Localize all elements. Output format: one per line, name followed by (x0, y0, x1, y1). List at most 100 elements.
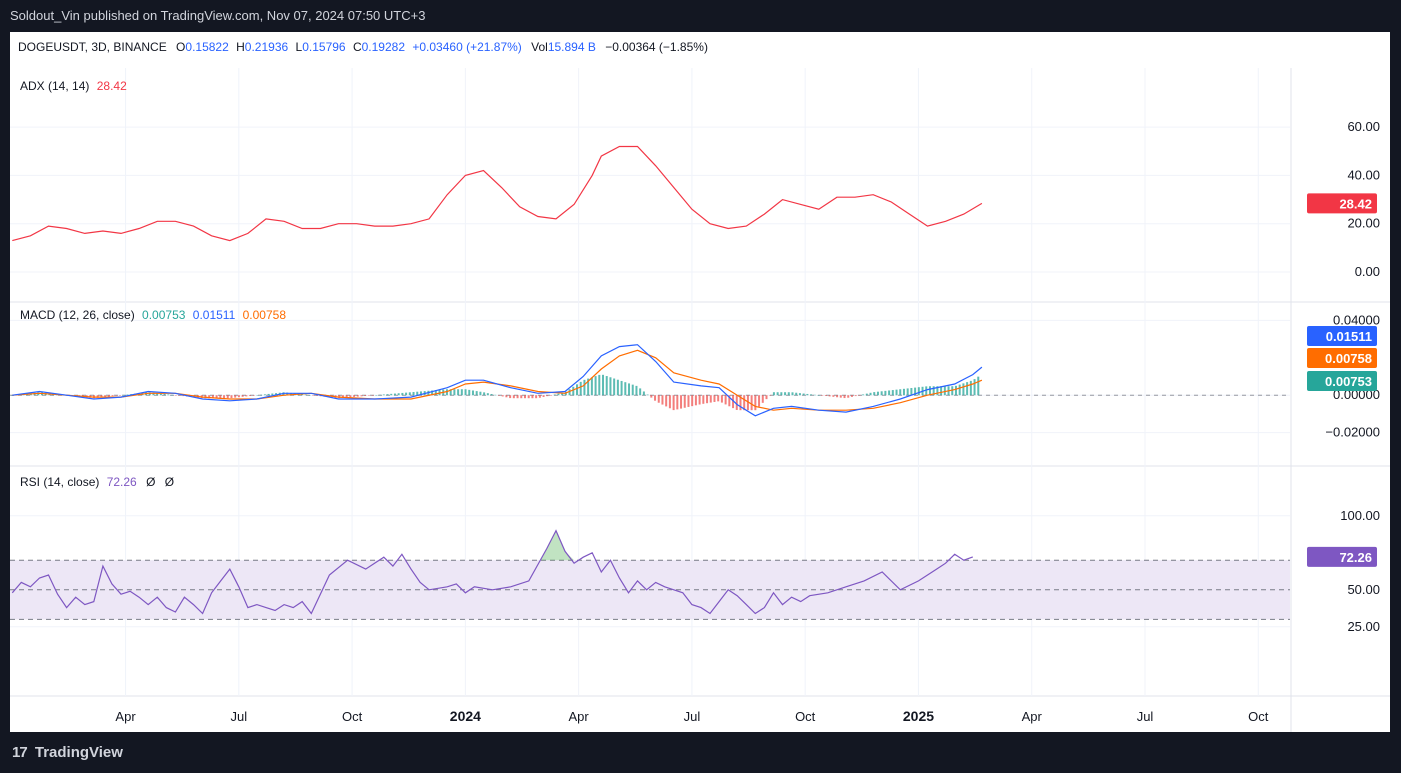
macd-histogram-bar (668, 395, 671, 409)
open-label: O (176, 40, 186, 54)
adx-y-tick: 60.00 (1347, 119, 1380, 134)
macd-histogram-bar (899, 389, 902, 396)
macd-histogram-bar (698, 395, 701, 405)
macd-histogram-bar (702, 395, 705, 404)
macd-histogram-bar (654, 395, 657, 401)
macd-histogram-bar (256, 395, 259, 396)
macd-histogram-bar (966, 382, 969, 396)
macd-histogram-bar (917, 387, 920, 396)
macd-histogram-bar (735, 395, 738, 410)
macd-histogram-bar (483, 392, 486, 396)
symbol-legend: DOGEUSDT, 3D, BINANCE O0.15822 H0.21936 … (18, 40, 708, 54)
publisher-header: Soldout_Vin published on TradingView.com… (10, 8, 426, 23)
rsi-legend[interactable]: RSI (14, close) 72.26 Ø Ø (20, 475, 174, 489)
rsi-last-value-tag-text: 72.26 (1339, 550, 1372, 565)
x-axis-tick-label: Jul (684, 709, 701, 724)
macd-histogram-bar (520, 395, 523, 399)
macd-histogram-bar (312, 395, 315, 396)
macd-histogram-bar (531, 395, 534, 399)
symbol-name[interactable]: DOGEUSDT, 3D, BINANCE (18, 40, 167, 54)
chart-panel[interactable]: DOGEUSDT, 3D, BINANCE O0.15822 H0.21936 … (10, 32, 1390, 732)
macd-histogram-bar (694, 395, 697, 406)
macd-histogram-bar (119, 395, 122, 396)
macd-histogram-bar (958, 384, 961, 396)
x-axis-tick-label: Apr (569, 709, 590, 724)
macd-histogram-bar (772, 392, 775, 396)
x-axis-tick-label: Apr (1022, 709, 1043, 724)
macd-histogram-bar (824, 395, 827, 397)
tradingview-brand[interactable]: TradingView (35, 744, 123, 761)
macd-histogram-bar (163, 394, 166, 396)
macd-histogram-bar (542, 395, 545, 397)
macd-histogram-bar (501, 395, 504, 397)
macd-histogram-bar (509, 395, 512, 399)
macd-histogram-bar (865, 393, 868, 396)
macd-histogram-bar (758, 395, 761, 407)
close-label: C (352, 40, 362, 54)
macd-histogram-bar (178, 395, 181, 396)
volume-value: 15.894 B (547, 40, 596, 54)
macd-histogram-bar (245, 395, 248, 397)
x-axis-tick-label: Oct (342, 709, 363, 724)
macd-histogram-bar (602, 374, 605, 396)
macd-histogram-bar (880, 391, 883, 396)
macd-line (12, 344, 983, 417)
macd-histogram-bar (717, 395, 720, 402)
macd-histogram-bar (457, 389, 460, 396)
macd-histogram-bar (512, 395, 515, 399)
macd-histogram-bar (549, 395, 552, 396)
macd-histogram-bar (862, 394, 865, 396)
macd-histogram-bar (891, 390, 894, 396)
rsi-last-value-tag: 72.26 (1307, 546, 1377, 567)
macd-histogram-bar (613, 378, 616, 396)
macd-histogram-bar (353, 395, 356, 397)
macd-histogram-bar (616, 379, 619, 396)
macd-histogram-bar (576, 384, 579, 396)
macd-histogram-bar (676, 395, 679, 410)
macd-histogram-bar (813, 394, 816, 396)
macd-legend-signal: 0.00758 (242, 308, 287, 322)
macd-histogram-bar (304, 394, 307, 396)
macd-histogram-bar (691, 395, 694, 407)
macd-legend-hist: 0.00753 (142, 308, 186, 322)
macd-histogram-bar (810, 394, 813, 396)
macd-histogram-bar (223, 395, 226, 399)
macd-last-value-tag-text: 0.00753 (1325, 374, 1372, 389)
macd-histogram-bar (720, 395, 723, 403)
macd-last-value-tag-text: 0.00758 (1325, 351, 1372, 366)
macd-histogram-bar (843, 395, 846, 399)
macd-histogram-bar (750, 395, 753, 411)
macd-histogram-bar (839, 395, 842, 398)
macd-y-tick: 0.04000 (1333, 312, 1380, 327)
macd-histogram-bar (798, 393, 801, 396)
macd-histogram-bar (850, 395, 853, 397)
macd-histogram-bar (535, 395, 538, 399)
macd-histogram-bar (776, 392, 779, 396)
macd-histogram-bar (171, 394, 174, 396)
macd-histogram-bar (267, 393, 270, 396)
adx-last-value-tag: 28.42 (1307, 193, 1377, 214)
macd-histogram-bar (828, 395, 831, 397)
macd-histogram-bar (605, 376, 608, 396)
macd-histogram-bar (557, 393, 560, 396)
macd-histogram-bar (401, 392, 404, 396)
chart-canvas[interactable]: 60.0040.0020.000.0028.420.040000.00000−0… (10, 32, 1390, 732)
macd-histogram-bar (356, 395, 359, 397)
macd-histogram-bar (650, 395, 653, 398)
macd-histogram-bar (706, 395, 709, 404)
adx-y-tick: 0.00 (1355, 264, 1380, 279)
macd-histogram-bar (713, 395, 716, 402)
macd-histogram-bar (724, 395, 727, 405)
macd-histogram-bar (111, 395, 114, 397)
macd-histogram-bar (802, 393, 805, 396)
macd-histogram-bar (379, 394, 382, 396)
macd-histogram-bar (761, 395, 764, 403)
macd-histogram-bar (869, 392, 872, 396)
macd-histogram-bar (631, 384, 634, 396)
x-axis-tick-label: Oct (1248, 709, 1269, 724)
macd-histogram-bar (709, 395, 712, 403)
x-axis-tick-label: Apr (115, 709, 136, 724)
macd-histogram-bar (453, 389, 456, 396)
adx-legend[interactable]: ADX (14, 14) 28.42 (20, 79, 127, 93)
macd-legend[interactable]: MACD (12, 26, close) 0.00753 0.01511 0.0… (20, 308, 286, 322)
